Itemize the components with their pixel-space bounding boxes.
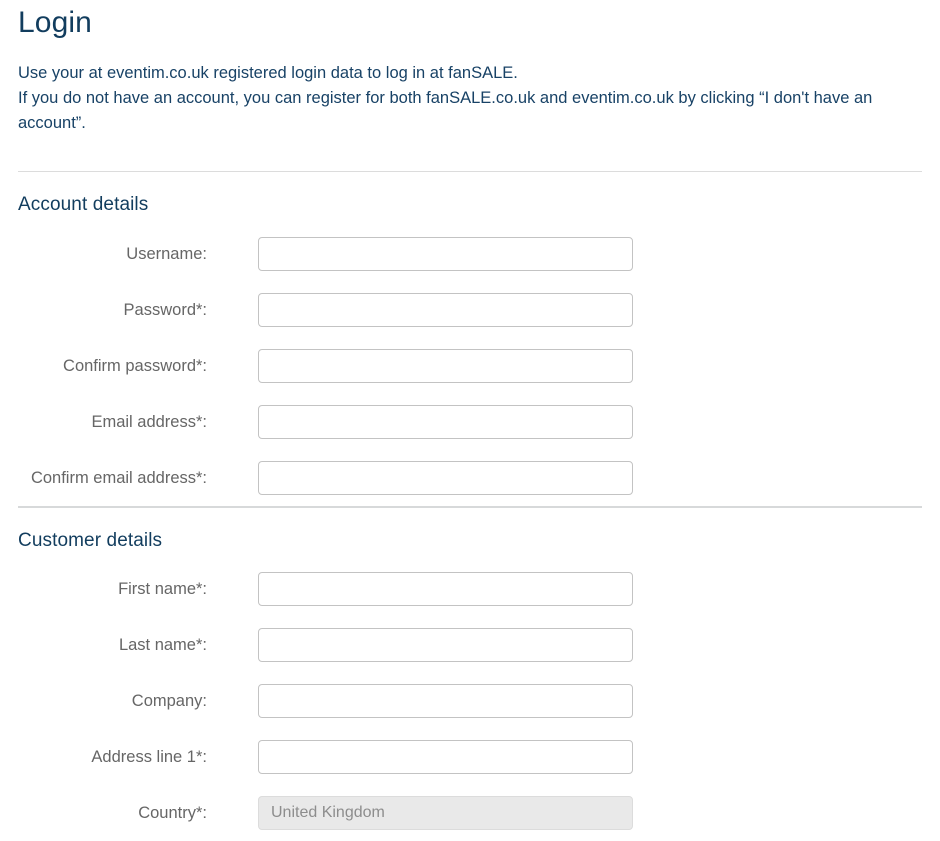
form-row-last-name: Last name*: <box>18 617 922 673</box>
section-heading-account-details: Account details <box>18 194 149 215</box>
intro-paragraph: Use your at eventim.co.uk registered log… <box>18 39 922 136</box>
label-confirm-email-address: Confirm email address*: <box>30 469 207 487</box>
label-last-name: Last name*: <box>118 636 207 654</box>
label-company: Company: <box>131 692 207 710</box>
form-row-company: Company: <box>18 673 922 729</box>
form-row-country: Country*: <box>18 785 922 841</box>
form-row-password: Password*: <box>18 282 922 338</box>
form-row-confirm-email-address: Confirm email address*: <box>18 450 922 506</box>
input-first-name[interactable] <box>258 572 633 606</box>
intro-line-3: account”. <box>18 114 86 132</box>
label-first-name: First name*: <box>118 580 207 598</box>
login-page: Login Use your at eventim.co.uk register… <box>0 0 940 841</box>
section-customer-details: Customer details First name*: Last name*… <box>18 508 922 841</box>
form-row-email-address: Email address*: <box>18 394 922 450</box>
input-address-line-1[interactable] <box>258 740 633 774</box>
input-password[interactable] <box>258 293 633 327</box>
input-company[interactable] <box>258 684 633 718</box>
customer-details-fields: First name*: Last name*: Company: Addres… <box>18 552 922 841</box>
section-heading-customer-details: Customer details <box>18 530 163 551</box>
label-confirm-password: Confirm password*: <box>63 357 207 375</box>
input-last-name[interactable] <box>258 628 633 662</box>
intro-line-1: Use your at eventim.co.uk registered log… <box>18 64 518 82</box>
label-email-address: Email address*: <box>91 413 207 431</box>
label-country: Country*: <box>138 804 207 822</box>
input-username[interactable] <box>258 237 633 271</box>
form-row-confirm-password: Confirm password*: <box>18 338 922 394</box>
form-row-username: Username: <box>18 226 922 282</box>
label-password: Password*: <box>123 301 207 319</box>
account-details-fields: Username: Password*: Confirm password*: … <box>18 216 922 506</box>
form-row-address-line-1: Address line 1*: <box>18 729 922 785</box>
input-email-address[interactable] <box>258 405 633 439</box>
label-address-line-1: Address line 1*: <box>91 748 207 766</box>
page-title: Login <box>18 6 92 39</box>
input-country[interactable] <box>258 796 633 830</box>
section-account-details: Account details Username: Password*: Con… <box>18 172 922 506</box>
form-row-first-name: First name*: <box>18 561 922 617</box>
label-username: Username: <box>126 245 207 263</box>
input-confirm-password[interactable] <box>258 349 633 383</box>
intro-line-2: If you do not have an account, you can r… <box>18 89 873 107</box>
input-confirm-email-address[interactable] <box>258 461 633 495</box>
